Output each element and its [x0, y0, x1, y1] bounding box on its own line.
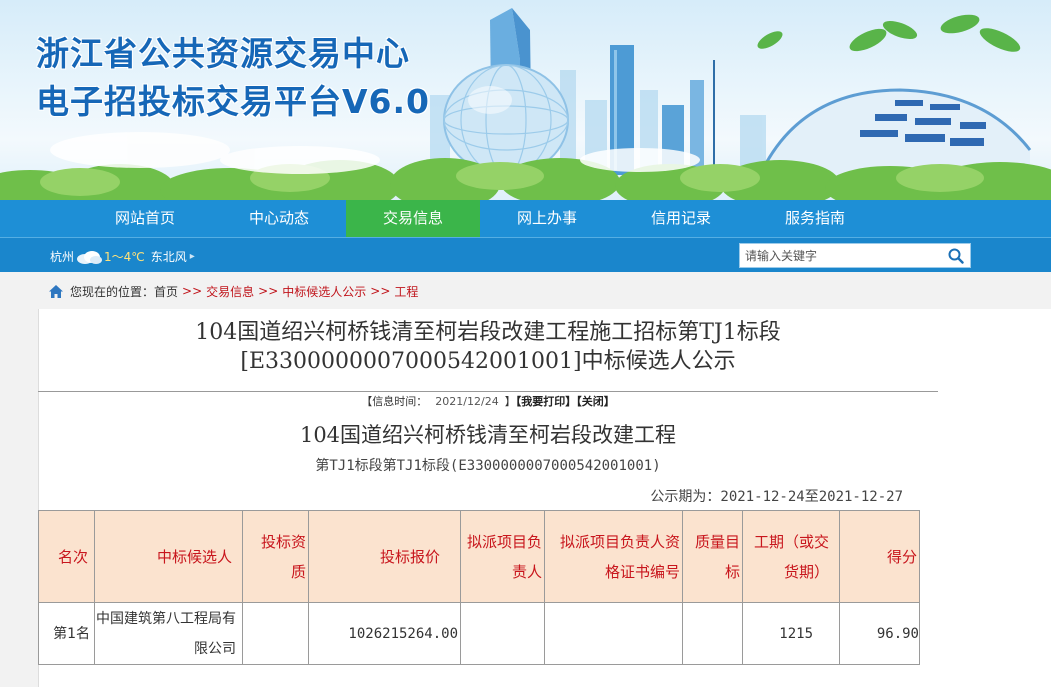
chevron-right-icon[interactable]: ▸ — [190, 251, 195, 262]
header-manager-cert: 拟派项目负责人资格证书编号 — [544, 510, 683, 603]
cell-candidate: 中国建筑第八工程局有限公司 — [94, 602, 243, 665]
header-qualification: 投标资质 — [242, 510, 309, 603]
weather-widget: 杭州 1～4℃ 东北风 ▸ — [50, 248, 195, 265]
section-label: 第TJ1标段第TJ1标段(E3300000007000542001001) — [315, 458, 661, 474]
breadcrumb-separator: >> — [370, 284, 391, 298]
article-info-bar: 【信息时间： 2021/12/24 】【我要打印】【关闭】 — [38, 393, 938, 409]
nav-item-service-guide[interactable]: 服务指南 — [748, 200, 882, 237]
cell-score: 96.90 — [839, 602, 920, 665]
nav-item-credit-records[interactable]: 信用记录 — [614, 200, 748, 237]
close-link[interactable]: 【关闭】 — [576, 395, 615, 408]
nav-item-online-services[interactable]: 网上办事 — [480, 200, 614, 237]
header-candidate: 中标候选人 — [94, 510, 243, 603]
weather-city: 杭州 — [50, 250, 75, 264]
search-icon — [948, 248, 964, 264]
search-input[interactable] — [740, 244, 942, 267]
info-time-label: 【信息时间： — [361, 395, 428, 408]
cell-manager — [460, 602, 545, 665]
cloud-icon — [76, 250, 103, 264]
site-title-line2: 电子招投标交易平台V6.0 — [36, 82, 430, 121]
site-banner: 浙江省公共资源交易中心 电子招投标交易平台V6.0 — [0, 0, 1051, 200]
project-name: 104国道绍兴柯桥钱清至柯岩段改建工程 — [299, 423, 677, 447]
breadcrumb-separator: >> — [258, 284, 279, 298]
cell-rank: 第1名 — [38, 602, 95, 665]
header-quality: 质量目标 — [682, 510, 743, 603]
cell-quality — [682, 602, 743, 665]
breadcrumb-separator: >> — [182, 284, 203, 298]
breadcrumb-item-trade-info[interactable]: 交易信息 — [206, 283, 254, 300]
breadcrumb-prefix[interactable]: 您现在的位置：首页 — [70, 283, 178, 300]
notice-period: 公示期为：2021-12-24至2021-12-27 — [650, 489, 903, 505]
cell-manager-cert — [544, 602, 683, 665]
breadcrumb-item-engineering[interactable]: 工程 — [394, 283, 418, 300]
divider — [38, 391, 938, 392]
table-row: 第1名 中国建筑第八工程局有限公司 1026215264.00 1215 96.… — [38, 602, 920, 665]
article-title: 104国道绍兴柯桥钱清至柯岩段改建工程施工招标第TJ1标段[E330000000… — [195, 320, 781, 374]
candidate-table: 名次 中标候选人 投标资质 投标报价 拟派项目负责人 拟派项目负责人资格证书编号… — [38, 510, 920, 665]
breadcrumb-item-candidate-notice[interactable]: 中标候选人公示 — [282, 283, 366, 300]
header-manager: 拟派项目负责人 — [460, 510, 545, 603]
header-rank: 名次 — [38, 510, 95, 603]
home-icon — [49, 284, 63, 298]
header-score: 得分 — [839, 510, 920, 603]
search-button[interactable] — [942, 244, 970, 267]
header-bid-price: 投标报价 — [308, 510, 461, 603]
cell-bid-price: 1026215264.00 — [308, 602, 461, 665]
weather-wind: 东北风 — [150, 250, 187, 264]
search-box — [739, 243, 971, 268]
cell-duration: 1215 — [742, 602, 840, 665]
print-link[interactable]: 【我要打印】 — [516, 395, 577, 408]
sub-bar: 杭州 1～4℃ 东北风 ▸ — [0, 237, 1051, 272]
header-duration: 工期（或交货期） — [742, 510, 840, 603]
nav-item-center-news[interactable]: 中心动态 — [212, 200, 346, 237]
info-close-bracket: 】 — [504, 395, 516, 408]
nav-item-trade-info[interactable]: 交易信息 — [346, 200, 480, 237]
nav-item-home[interactable]: 网站首页 — [78, 200, 212, 237]
breadcrumb: 您现在的位置：首页 >> 交易信息 >> 中标候选人公示 >> 工程 — [48, 283, 418, 299]
cell-qualification — [242, 602, 309, 665]
site-title: 浙江省公共资源交易中心 电子招投标交易平台V6.0 — [36, 30, 430, 126]
main-nav: 网站首页 中心动态 交易信息 网上办事 信用记录 服务指南 — [0, 200, 1051, 237]
weather-temperature: 1～4℃ — [104, 250, 145, 264]
site-title-line1: 浙江省公共资源交易中心 — [36, 34, 410, 73]
info-date: 2021/12/24 — [435, 395, 499, 408]
table-header-row: 名次 中标候选人 投标资质 投标报价 拟派项目负责人 拟派项目负责人资格证书编号… — [38, 510, 920, 603]
